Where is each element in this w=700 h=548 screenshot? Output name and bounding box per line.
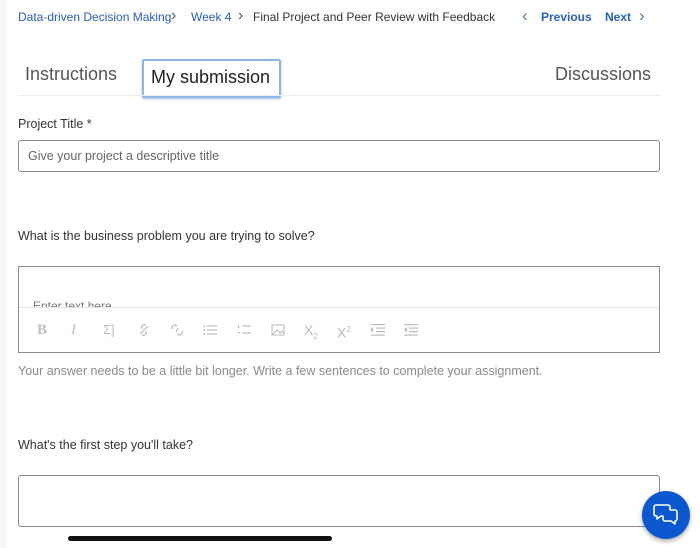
project-title-input[interactable] (18, 140, 660, 172)
image-icon[interactable] (271, 320, 285, 340)
first-step-input[interactable] (18, 475, 660, 527)
page-edge (0, 0, 6, 548)
home-indicator (68, 536, 332, 541)
bulleted-list-icon[interactable] (203, 320, 217, 340)
outdent-icon[interactable] (404, 320, 418, 340)
chevron-right-icon[interactable]: › (639, 6, 645, 26)
numbered-list-icon[interactable] (237, 320, 251, 340)
italic-icon[interactable]: I (71, 320, 76, 340)
math-icon[interactable]: Σ] (103, 320, 115, 340)
breadcrumb-separator-icon: › (238, 7, 244, 24)
chat-button[interactable] (642, 491, 690, 539)
project-title-label: Project Title * (18, 117, 92, 131)
chevron-left-icon[interactable]: ‹ (522, 6, 528, 26)
length-hint: Your answer needs to be a little bit lon… (18, 364, 543, 378)
tab-instructions[interactable]: Instructions (25, 62, 117, 86)
tab-discussions[interactable]: Discussions (555, 62, 651, 86)
chat-bubbles-icon (653, 504, 678, 525)
unlink-icon[interactable] (170, 320, 184, 340)
business-problem-text-area[interactable]: Enter text here (19, 267, 659, 313)
tab-my-submission[interactable]: My submission (142, 59, 281, 98)
indent-icon[interactable] (371, 320, 385, 340)
first-step-label: What's the first step you'll take? (18, 438, 193, 452)
link-icon[interactable] (137, 320, 151, 340)
top-bar: Data-driven Decision Making › Week 4 › F… (0, 0, 700, 36)
superscript-icon[interactable]: X2 (337, 320, 351, 341)
breadcrumb-course[interactable]: Data-driven Decision Making (18, 10, 171, 24)
business-problem-label: What is the business problem you are try… (18, 229, 315, 243)
breadcrumb-separator-icon: › (171, 7, 177, 24)
business-problem-editor: Enter text here B I Σ] X2 X2 (18, 266, 660, 353)
tab-divider (18, 95, 660, 96)
bold-icon[interactable]: B (37, 320, 47, 340)
next-button[interactable]: Next (605, 9, 631, 25)
subscript-icon[interactable]: X2 (304, 320, 318, 341)
previous-button[interactable]: Previous (541, 9, 592, 25)
breadcrumb-current: Final Project and Peer Review with Feedb… (253, 10, 496, 24)
editor-toolbar: B I Σ] X2 X2 (19, 307, 659, 352)
breadcrumb-week[interactable]: Week 4 (191, 10, 231, 24)
